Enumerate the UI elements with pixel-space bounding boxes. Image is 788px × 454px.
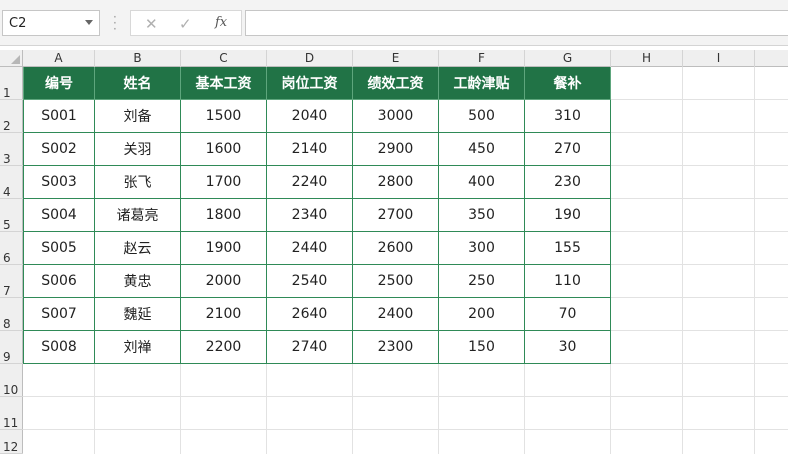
table-cell[interactable]: 200	[439, 298, 525, 331]
table-cell[interactable]: S002	[23, 133, 95, 166]
table-cell[interactable]: 250	[439, 265, 525, 298]
table-cell[interactable]: S006	[23, 265, 95, 298]
table-cell[interactable]: S004	[23, 199, 95, 232]
table-cell[interactable]: S008	[23, 331, 95, 364]
table-cell[interactable]: 1900	[181, 232, 267, 265]
table-cell[interactable]: 400	[439, 166, 525, 199]
table-cell[interactable]: 2140	[267, 133, 353, 166]
table-cell[interactable]: S003	[23, 166, 95, 199]
table-header-cell[interactable]: 绩效工资	[353, 67, 439, 100]
column-header-e[interactable]: E	[353, 50, 439, 67]
row-header-7[interactable]: 7	[0, 265, 23, 298]
row-header-3[interactable]: 3	[0, 133, 23, 166]
table-cell[interactable]: 2900	[353, 133, 439, 166]
table-cell[interactable]: 2300	[353, 331, 439, 364]
table-cell[interactable]: 310	[525, 100, 611, 133]
column-header-b[interactable]: B	[95, 50, 181, 67]
table-cell[interactable]: 1800	[181, 199, 267, 232]
column-header-d[interactable]: D	[267, 50, 353, 67]
table-cell[interactable]: 2200	[181, 331, 267, 364]
column-header-h[interactable]: H	[611, 50, 683, 67]
table-cell[interactable]: 230	[525, 166, 611, 199]
table-header-cell[interactable]: 编号	[23, 67, 95, 100]
table-header-cell[interactable]: 工龄津贴	[439, 67, 525, 100]
gridline-horizontal	[23, 396, 788, 397]
select-all-button[interactable]	[0, 50, 23, 67]
table-cell[interactable]: 30	[525, 331, 611, 364]
check-icon[interactable]: ✓	[179, 15, 192, 33]
table-cell[interactable]: 关羽	[95, 133, 181, 166]
table-cell[interactable]: 张飞	[95, 166, 181, 199]
table-cell[interactable]: 300	[439, 232, 525, 265]
table-header-cell[interactable]: 姓名	[95, 67, 181, 100]
table-cell[interactable]: 黄忠	[95, 265, 181, 298]
row-header-5[interactable]: 5	[0, 199, 23, 232]
table-cell[interactable]: 刘备	[95, 100, 181, 133]
row-header-1[interactable]: 1	[0, 67, 23, 100]
row-header-10[interactable]: 10	[0, 364, 23, 397]
table-cell[interactable]: 2100	[181, 298, 267, 331]
table-cell[interactable]: 110	[525, 265, 611, 298]
gridline-horizontal	[23, 429, 788, 430]
table-cell[interactable]: 70	[525, 298, 611, 331]
formula-bar: C2 · · · ✕ ✓ fx	[0, 0, 788, 46]
table-cell[interactable]: 500	[439, 100, 525, 133]
row-header-6[interactable]: 6	[0, 232, 23, 265]
table-cell[interactable]: S005	[23, 232, 95, 265]
column-header-a[interactable]: A	[23, 50, 95, 67]
row-header-8[interactable]: 8	[0, 298, 23, 331]
table-cell[interactable]: 2740	[267, 331, 353, 364]
table-cell[interactable]: 2440	[267, 232, 353, 265]
name-box[interactable]: C2	[2, 10, 100, 36]
table-header-cell[interactable]: 基本工资	[181, 67, 267, 100]
table-cell[interactable]: 2640	[267, 298, 353, 331]
column-header-i[interactable]: I	[683, 50, 755, 67]
column-header-g[interactable]: G	[525, 50, 611, 67]
table-cell[interactable]: 2800	[353, 166, 439, 199]
cancel-icon[interactable]: ✕	[145, 15, 158, 33]
table-cell[interactable]: 2500	[353, 265, 439, 298]
table-cell[interactable]: 诸葛亮	[95, 199, 181, 232]
column-header-f[interactable]: F	[439, 50, 525, 67]
row-header-11[interactable]: 11	[0, 397, 23, 430]
row-header-4[interactable]: 4	[0, 166, 23, 199]
table-cell[interactable]: 1700	[181, 166, 267, 199]
row-header-12[interactable]: 12	[0, 430, 23, 454]
worksheet-grid[interactable]: 编号 姓名 基本工资 岗位工资 绩效工资 工龄津贴 餐补 S001 刘备 1500 2040 3000…	[23, 67, 788, 454]
table-cell[interactable]: 2240	[267, 166, 353, 199]
table-cell[interactable]: 2340	[267, 199, 353, 232]
table-cell[interactable]: 1500	[181, 100, 267, 133]
row-header-9[interactable]: 9	[0, 331, 23, 364]
table-cell[interactable]: 190	[525, 199, 611, 232]
insert-function-icon[interactable]: fx	[215, 15, 227, 30]
table-cell[interactable]: 2600	[353, 232, 439, 265]
table-cell[interactable]: 150	[439, 331, 525, 364]
formula-buttons: ✕ ✓ fx	[130, 10, 242, 36]
table-cell[interactable]: 魏延	[95, 298, 181, 331]
table-cell[interactable]: S001	[23, 100, 95, 133]
column-header-c[interactable]: C	[181, 50, 267, 67]
table-header-cell[interactable]: 餐补	[525, 67, 611, 100]
table-cell[interactable]: 2400	[353, 298, 439, 331]
chevron-down-icon[interactable]	[85, 20, 93, 25]
table-cell[interactable]: 2540	[267, 265, 353, 298]
table-cell[interactable]: 3000	[353, 100, 439, 133]
more-options-icon[interactable]: · · ·	[113, 11, 117, 35]
name-box-value: C2	[9, 16, 27, 31]
table-cell[interactable]: 350	[439, 199, 525, 232]
table-cell[interactable]: 450	[439, 133, 525, 166]
select-all-icon	[11, 55, 20, 64]
table-cell[interactable]: 155	[525, 232, 611, 265]
table-cell[interactable]: 刘禅	[95, 331, 181, 364]
table-cell[interactable]: 2000	[181, 265, 267, 298]
row-header-2[interactable]: 2	[0, 100, 23, 133]
table-header-cell[interactable]: 岗位工资	[267, 67, 353, 100]
table-cell[interactable]: 赵云	[95, 232, 181, 265]
table-cell[interactable]: S007	[23, 298, 95, 331]
table-cell[interactable]: 2700	[353, 199, 439, 232]
table-cell[interactable]: 2040	[267, 100, 353, 133]
formula-input[interactable]	[245, 10, 788, 36]
table-cell[interactable]: 270	[525, 133, 611, 166]
table-cell[interactable]: 1600	[181, 133, 267, 166]
